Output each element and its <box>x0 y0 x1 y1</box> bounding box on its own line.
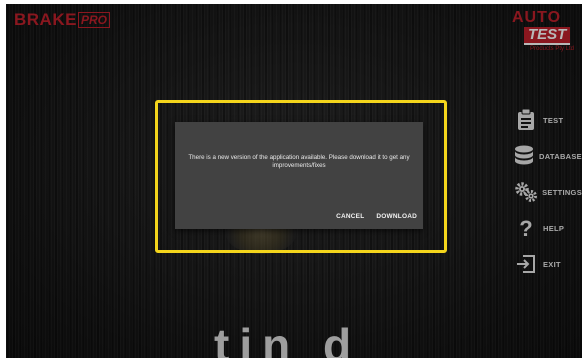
update-dialog: There is a new version of the applicatio… <box>175 122 423 229</box>
cancel-button[interactable]: CANCEL <box>336 213 364 220</box>
dialog-actions: CANCEL DOWNLOAD <box>336 213 417 220</box>
download-button[interactable]: DOWNLOAD <box>376 213 417 220</box>
app-window: BRAKE PRO AUTO TEST Products Pty Ltd TES… <box>6 4 582 358</box>
dialog-message: There is a new version of the applicatio… <box>188 154 410 169</box>
